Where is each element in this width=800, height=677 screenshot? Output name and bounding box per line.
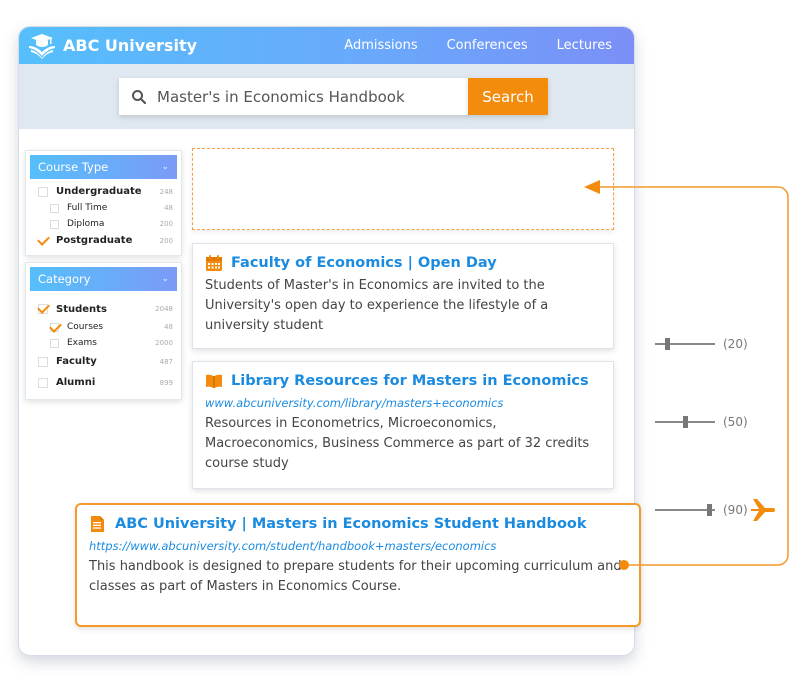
slider-thumb[interactable] [682,416,688,428]
checkbox[interactable] [50,219,59,229]
nav-admissions[interactable]: Admissions [344,38,417,53]
option-count: 200 [159,220,173,228]
airplane-icon [751,499,775,521]
checkbox[interactable] [38,377,48,388]
brand-name: ABC University [63,36,198,55]
option-count: 248 [159,187,173,196]
search-box [119,78,469,115]
chevron-down-icon: ⌄ [161,162,169,172]
slider-value: (50) [723,415,748,429]
graduation-cap-book-icon [29,33,55,59]
slider-thumb[interactable] [706,504,712,516]
checkbox-checked[interactable] [50,322,59,332]
option-count: 2048 [155,305,173,313]
main-nav: Admissions Conferences Lectures [344,27,634,64]
document-icon [91,516,104,532]
result-description: Resources in Econometrics, Microeconomic… [205,416,590,471]
option-label: Faculty [56,356,97,367]
slider-track[interactable] [655,338,715,350]
option-label: Postgraduate [56,235,133,246]
option-label: Courses [67,322,104,332]
slider-thumb[interactable] [664,338,670,350]
result-title-link[interactable]: Faculty of Economics | Open Day [231,255,497,271]
result-url[interactable]: www.abcuniversity.com/library/masters+ec… [205,396,601,410]
filter-option-full-time[interactable]: Full Time 48 [30,200,177,216]
filter-category: Category ⌄ Students 2048 Courses 48 Exam… [25,262,182,400]
book-icon [206,374,222,388]
option-count: 48 [164,323,173,331]
filter-course-type: Course Type ⌄ Undergraduate 248 Full Tim… [25,150,182,256]
option-label: Students [56,303,107,315]
speed-slider[interactable]: (20) [655,337,748,351]
checkbox[interactable] [38,186,48,197]
option-count: 48 [164,204,173,212]
result-title-row: ABC University | Masters in Economics St… [89,515,627,533]
slider-track[interactable] [655,504,715,516]
slider-value: (90) [723,503,748,517]
search-input[interactable] [157,87,437,106]
checkbox-checked[interactable] [38,236,48,246]
filter-option-courses[interactable]: Courses 48 [30,319,177,335]
filter-option-students[interactable]: Students 2048 [30,299,177,319]
filter-header[interactable]: Course Type ⌄ [30,155,177,179]
filter-title: Course Type [38,160,109,174]
option-label: Full Time [67,203,108,213]
result-card[interactable]: Faculty of Economics | Open Day Students… [192,243,614,349]
option-count: 899 [159,378,173,387]
search-band: Search [19,64,634,129]
nav-conferences[interactable]: Conferences [447,38,528,53]
checkbox[interactable] [50,338,59,348]
filter-option-alumni[interactable]: Alumni 899 [30,372,177,393]
speed-slider[interactable]: (50) [655,415,748,429]
checkbox-checked[interactable] [38,304,48,314]
option-label: Diploma [67,219,105,229]
result-title-row: Library Resources for Masters in Economi… [205,372,601,390]
drop-placeholder [192,148,614,230]
filter-option-exams[interactable]: Exams 2000 [30,335,177,351]
filter-option-undergraduate[interactable]: Undergraduate 248 [30,183,177,200]
filter-header[interactable]: Category ⌄ [30,267,177,291]
option-count: 487 [159,357,173,366]
option-label: Undergraduate [56,186,142,197]
checkbox[interactable] [38,356,48,367]
nav-lectures[interactable]: Lectures [557,38,612,53]
option-label: Alumni [56,377,96,388]
option-count: 2000 [155,339,173,347]
slider-track[interactable] [655,416,715,428]
result-title-row: Faculty of Economics | Open Day [205,254,601,272]
filter-option-faculty[interactable]: Faculty 487 [30,351,177,372]
brand-logo[interactable]: ABC University [27,32,197,60]
slider-value: (20) [723,337,748,351]
result-card[interactable]: Library Resources for Masters in Economi… [192,361,614,489]
chevron-down-icon: ⌄ [161,274,169,284]
option-count: 200 [159,236,173,245]
filter-option-diploma[interactable]: Diploma 200 [30,216,177,232]
filter-option-postgraduate[interactable]: Postgraduate 200 [30,232,177,249]
checkbox[interactable] [50,203,59,213]
calendar-icon [206,255,222,271]
result-description: Students of Master's in Economics are in… [205,278,549,333]
result-description: This handbook is designed to prepare stu… [89,559,622,594]
search-icon [132,89,147,104]
top-navbar: ABC University Admissions Conferences Le… [19,27,634,64]
result-title-link[interactable]: ABC University | Masters in Economics St… [115,516,587,532]
search-button[interactable]: Search [468,78,548,115]
result-title-link[interactable]: Library Resources for Masters in Economi… [231,373,589,389]
speed-slider[interactable]: (90) [655,503,748,517]
result-card-highlighted[interactable]: ABC University | Masters in Economics St… [75,503,641,627]
result-url[interactable]: https://www.abcuniversity.com/student/ha… [89,539,627,553]
option-label: Exams [67,338,97,348]
filter-title: Category [38,272,91,286]
